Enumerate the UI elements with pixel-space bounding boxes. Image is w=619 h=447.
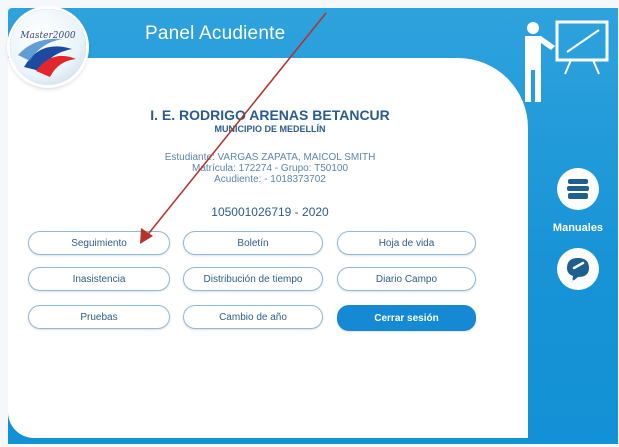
student-guardian: Acudiente: - 1018373702 xyxy=(214,174,326,185)
manuales-button[interactable] xyxy=(557,168,599,210)
boletin-button[interactable]: Boletín xyxy=(183,231,323,255)
app-logo[interactable]: Master2000 xyxy=(10,9,86,85)
institution-code: 105001026719 - 2020 xyxy=(211,205,329,219)
hoja-de-vida-button[interactable]: Hoja de vida xyxy=(337,231,476,255)
student-name: Estudiante: VARGAS ZAPATA, MAICOL SMITH xyxy=(164,152,376,163)
student-enrollment: Matrícula: 172274 - Grupo: T50100 xyxy=(191,163,349,174)
distribucion-tiempo-button[interactable]: Distribución de tiempo xyxy=(183,267,323,291)
seguimiento-button[interactable]: Seguimiento xyxy=(28,231,170,255)
diario-campo-button[interactable]: Diario Campo xyxy=(337,267,476,291)
teacher-board-icon xyxy=(525,20,609,102)
logo-text: Master2000 xyxy=(20,31,76,41)
inasistencia-button[interactable]: Inasistencia xyxy=(28,267,170,291)
logo-swoosh-icon xyxy=(18,38,76,77)
manuales-label: Manuales xyxy=(552,222,604,234)
pruebas-button[interactable]: Pruebas xyxy=(28,305,170,329)
logout-button[interactable]: Cerrar sesión xyxy=(337,305,476,331)
page-title: Panel Acudiente xyxy=(145,23,286,44)
books-icon xyxy=(567,179,589,199)
institution-municipality: MUNICIPIO DE MEDELLÍN xyxy=(214,124,326,134)
institution-name: I. E. RODRIGO ARENAS BETANCUR xyxy=(150,107,390,123)
blog-label: Blog xyxy=(568,278,588,288)
cambio-de-anio-button[interactable]: Cambio de año xyxy=(183,305,323,329)
